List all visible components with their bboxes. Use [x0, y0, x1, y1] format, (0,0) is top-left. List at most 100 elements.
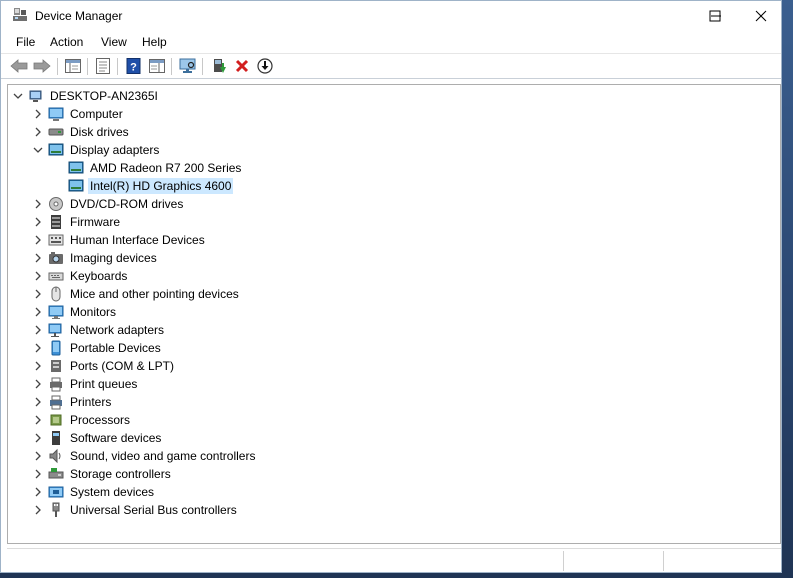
- tree-category[interactable]: Print queues: [32, 375, 139, 393]
- chevron-right-icon[interactable]: [32, 324, 44, 336]
- tree-category[interactable]: Firmware: [32, 213, 122, 231]
- tree-item-label: Universal Serial Bus controllers: [70, 503, 237, 517]
- help-icon: ?: [126, 58, 141, 74]
- chevron-right-icon: [35, 469, 41, 479]
- tree-category[interactable]: Software devices: [32, 429, 163, 447]
- camera-icon: [48, 250, 64, 266]
- display-adapter-icon: [68, 178, 84, 194]
- window-title: Device Manager: [35, 9, 123, 23]
- chevron-right-icon[interactable]: [32, 288, 44, 300]
- chevron-right-icon[interactable]: [32, 306, 44, 318]
- chevron-right-icon[interactable]: [32, 234, 44, 246]
- chevron-right-icon[interactable]: [32, 126, 44, 138]
- tree-category[interactable]: DVD/CD-ROM drives: [32, 195, 185, 213]
- chevron-right-icon[interactable]: [32, 450, 44, 462]
- tree-category[interactable]: Network adapters: [32, 321, 166, 339]
- help-button[interactable]: ?: [124, 57, 144, 75]
- chevron-down-icon[interactable]: [12, 90, 24, 102]
- tree-item-label: Sound, video and game controllers: [70, 449, 256, 463]
- tree-category[interactable]: Disk drives: [32, 123, 131, 141]
- chevron-right-icon[interactable]: [32, 198, 44, 210]
- tree-category[interactable]: Imaging devices: [32, 249, 159, 267]
- tree-category[interactable]: Monitors: [32, 303, 118, 321]
- chevron-right-icon[interactable]: [32, 396, 44, 408]
- chevron-right-icon[interactable]: [32, 108, 44, 120]
- title-bar[interactable]: Device Manager: [1, 1, 781, 31]
- menu-file[interactable]: File: [16, 35, 35, 49]
- firmware-icon: [48, 214, 64, 230]
- menu-action[interactable]: Action: [50, 35, 83, 49]
- chevron-right-icon: [35, 325, 41, 335]
- tree-item-label: Portable Devices: [70, 341, 161, 355]
- forward-arrow-icon: [33, 59, 51, 73]
- tree-category[interactable]: Processors: [32, 411, 132, 429]
- show-hide-tree-button[interactable]: [63, 57, 83, 75]
- device-manager-app-icon: [12, 7, 28, 23]
- tree-item-label: Software devices: [70, 431, 162, 445]
- chevron-down-icon: [33, 147, 43, 153]
- chevron-right-icon: [35, 487, 41, 497]
- chevron-right-icon[interactable]: [32, 342, 44, 354]
- tree-category[interactable]: Mice and other pointing devices: [32, 285, 241, 303]
- tree-item-label: DESKTOP-AN2365I: [50, 89, 158, 103]
- maximize-button[interactable]: [692, 1, 737, 31]
- close-button[interactable]: [738, 1, 783, 31]
- chevron-right-icon: [35, 199, 41, 209]
- toolbar-separator: [117, 58, 118, 75]
- chevron-down-icon[interactable]: [32, 144, 44, 156]
- tree-category[interactable]: Printers: [32, 393, 113, 411]
- chevron-right-icon[interactable]: [32, 360, 44, 372]
- tree-item-label: Firmware: [70, 215, 120, 229]
- scan-hardware-button[interactable]: [178, 57, 198, 75]
- tree-item-label: Keyboards: [70, 269, 128, 283]
- chevron-right-icon: [35, 397, 41, 407]
- chevron-right-icon: [35, 271, 41, 281]
- maximize-icon: [709, 10, 720, 22]
- action-pane-button[interactable]: [147, 57, 167, 75]
- chevron-right-icon: [35, 505, 41, 515]
- chevron-right-icon[interactable]: [32, 432, 44, 444]
- scan-hardware-icon: [179, 58, 196, 73]
- tree-category[interactable]: System devices: [32, 483, 156, 501]
- chevron-right-icon: [35, 235, 41, 245]
- tree-category[interactable]: Display adapters: [32, 141, 161, 159]
- chevron-right-icon[interactable]: [32, 468, 44, 480]
- menu-view[interactable]: View: [101, 35, 127, 49]
- tree-item-label: Mice and other pointing devices: [70, 287, 239, 301]
- storage-controller-icon: [48, 466, 64, 482]
- tree-category[interactable]: Ports (COM & LPT): [32, 357, 176, 375]
- mouse-icon: [48, 286, 64, 302]
- chevron-right-icon[interactable]: [32, 486, 44, 498]
- forward-button[interactable]: [32, 57, 52, 75]
- system-device-icon: [48, 484, 64, 500]
- tree-root-computer[interactable]: DESKTOP-AN2365I: [12, 87, 160, 105]
- update-driver-button[interactable]: [209, 57, 229, 75]
- tree-category[interactable]: Human Interface Devices: [32, 231, 207, 249]
- tree-category[interactable]: Universal Serial Bus controllers: [32, 501, 239, 519]
- chevron-right-icon[interactable]: [32, 504, 44, 516]
- tree-device[interactable]: Intel(R) HD Graphics 4600: [52, 177, 234, 195]
- display-adapter-icon: [48, 142, 64, 158]
- disk-drive-icon: [48, 124, 64, 140]
- chevron-right-icon[interactable]: [32, 216, 44, 228]
- usb-icon: [48, 502, 64, 518]
- menu-help[interactable]: Help: [142, 35, 167, 49]
- chevron-right-icon: [35, 361, 41, 371]
- uninstall-device-button[interactable]: [232, 57, 252, 75]
- tree-category[interactable]: Computer: [32, 105, 125, 123]
- chevron-right-icon[interactable]: [32, 252, 44, 264]
- tree-category[interactable]: Keyboards: [32, 267, 129, 285]
- chevron-right-icon[interactable]: [32, 270, 44, 282]
- tree-category[interactable]: Portable Devices: [32, 339, 163, 357]
- chevron-right-icon[interactable]: [32, 414, 44, 426]
- back-button[interactable]: [9, 57, 29, 75]
- tree-device[interactable]: AMD Radeon R7 200 Series: [52, 159, 243, 177]
- device-tree[interactable]: DESKTOP-AN2365I Computer Disk drives Displa…: [7, 84, 781, 544]
- keyboard-icon: [48, 268, 64, 284]
- chevron-right-icon[interactable]: [32, 378, 44, 390]
- properties-button[interactable]: [93, 57, 113, 75]
- tree-category[interactable]: Storage controllers: [32, 465, 173, 483]
- tree-item-label: Imaging devices: [70, 251, 157, 265]
- disable-device-button[interactable]: [255, 57, 275, 75]
- tree-category[interactable]: Sound, video and game controllers: [32, 447, 257, 465]
